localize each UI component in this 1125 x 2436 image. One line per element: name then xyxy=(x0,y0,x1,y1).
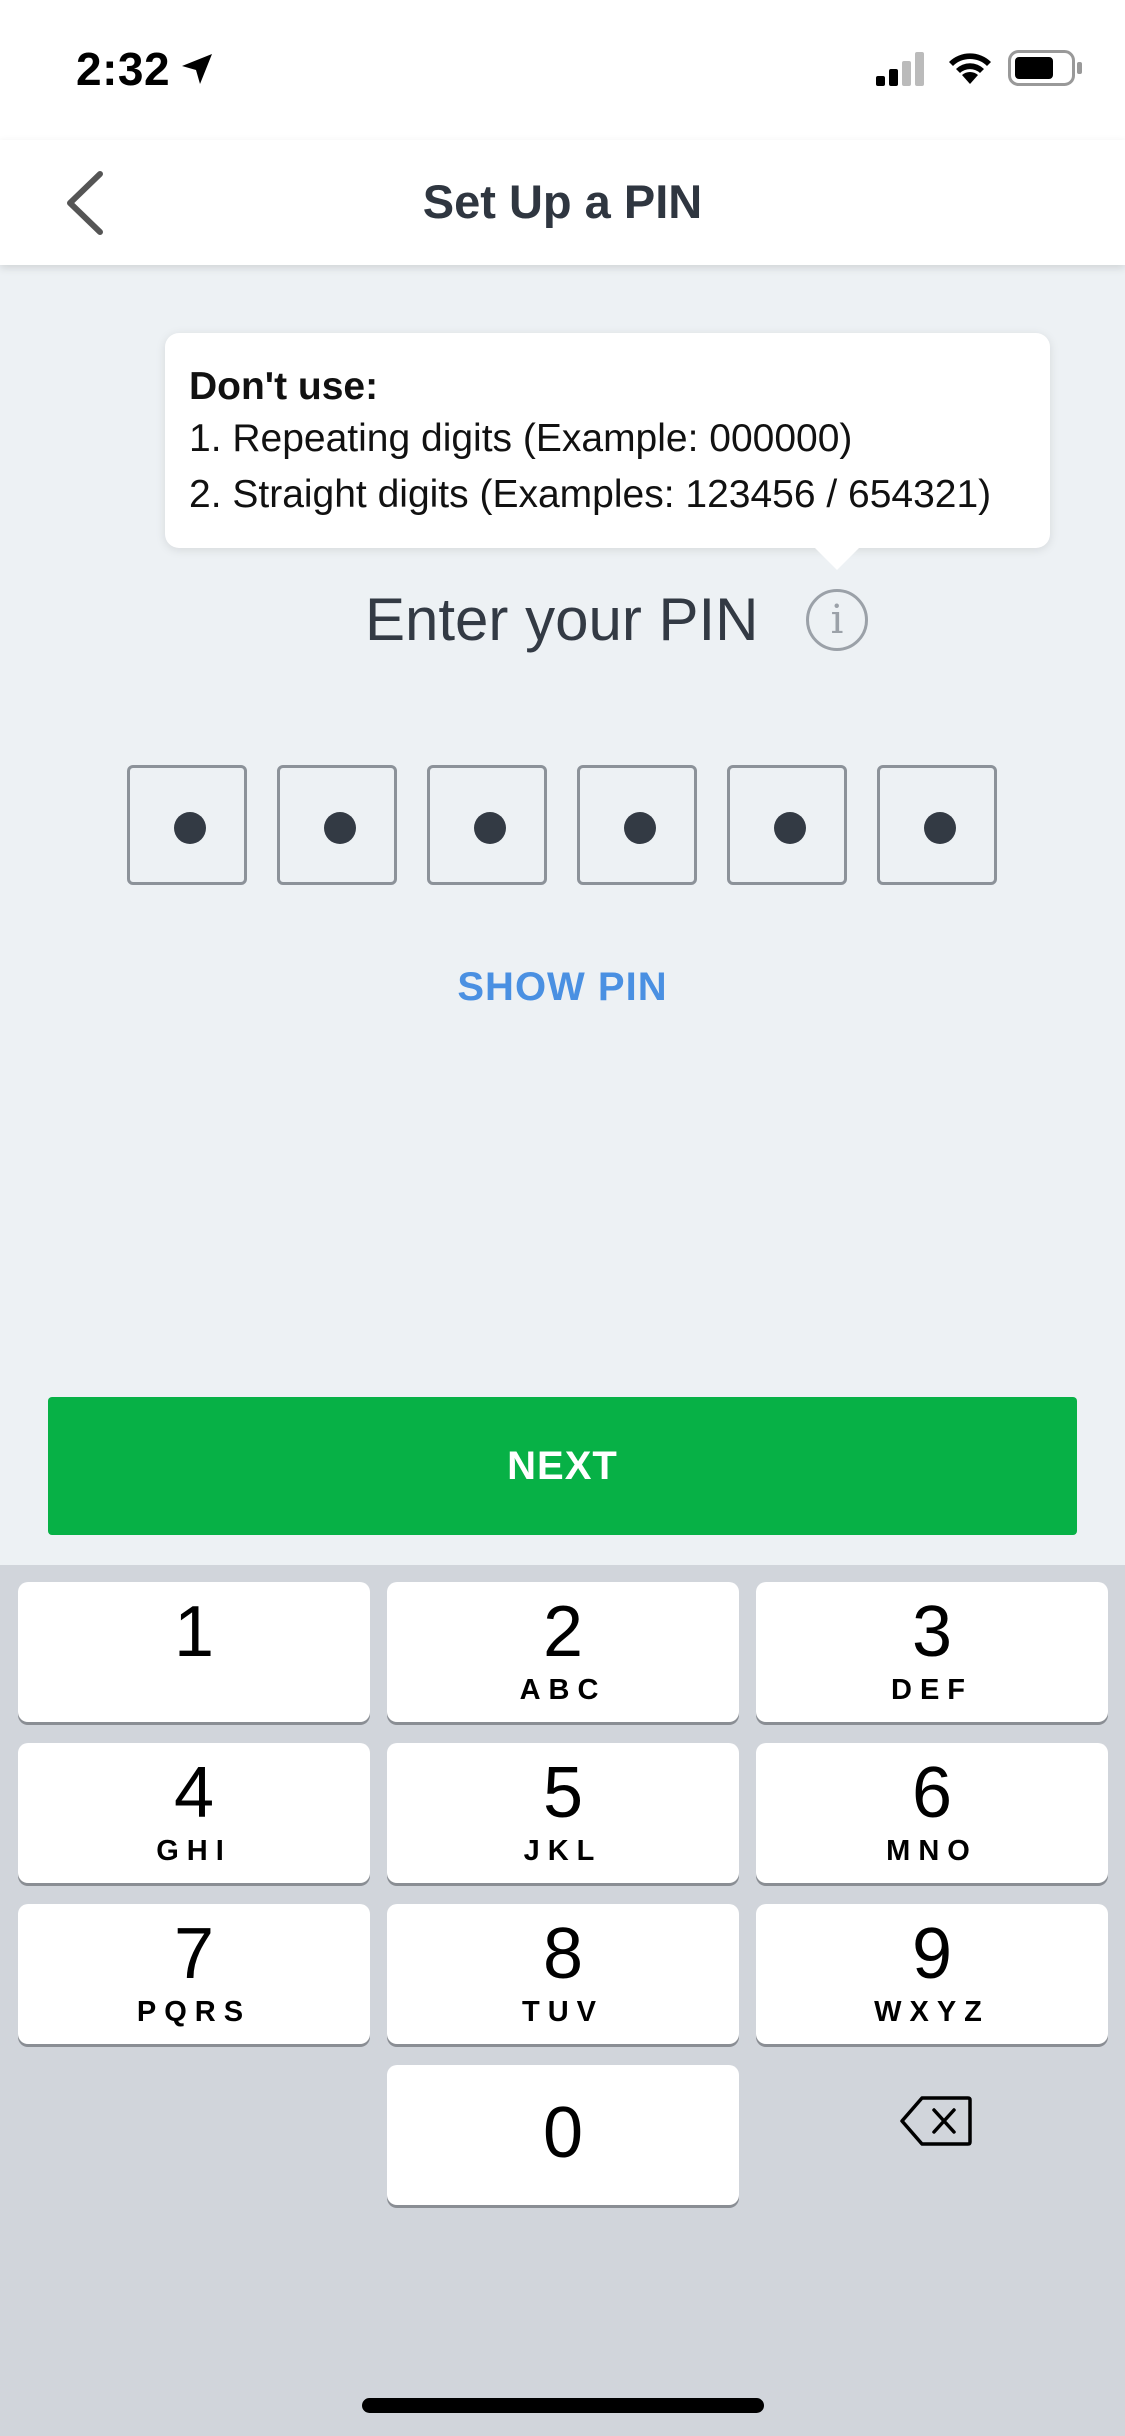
location-arrow-icon xyxy=(182,54,212,84)
pin-prompt: Enter your PIN xyxy=(365,586,759,653)
key-digit: 9 xyxy=(911,1914,953,1994)
pin-digit-box[interactable] xyxy=(577,765,697,885)
key-letters: MNO xyxy=(886,1835,978,1867)
numeric-keypad: 1 2 ABC 3 DEF 4 GHI 5 JKL 6 MNO 7 PQRS 8… xyxy=(0,1565,1125,2436)
key-digit: 0 xyxy=(542,2093,584,2173)
wifi-icon xyxy=(949,53,991,84)
home-indicator[interactable] xyxy=(362,2398,764,2413)
key-letters: ABC xyxy=(519,1674,607,1706)
pin-prompt-row: Enter your PIN i xyxy=(0,585,1125,665)
signal-icon xyxy=(876,52,924,86)
main-content: Don't use: 1. Repeating digits (Example:… xyxy=(0,265,1125,1565)
key-8[interactable]: 8 TUV xyxy=(387,1904,739,2044)
key-letters: DEF xyxy=(891,1674,973,1706)
key-digit: 7 xyxy=(173,1914,215,1994)
backspace-icon xyxy=(900,2096,972,2146)
key-digit: 5 xyxy=(542,1753,584,1833)
page-title: Set Up a PIN xyxy=(422,175,703,228)
pin-digit-box[interactable] xyxy=(127,765,247,885)
tooltip-rule-1: 1. Repeating digits (Example: 000000) xyxy=(189,417,853,460)
pin-dot xyxy=(474,812,506,844)
key-digit: 6 xyxy=(911,1753,953,1833)
pin-dot xyxy=(174,812,206,844)
pin-dot xyxy=(774,812,806,844)
pin-dot xyxy=(624,812,656,844)
pin-digit-box[interactable] xyxy=(727,765,847,885)
key-3[interactable]: 3 DEF xyxy=(756,1582,1108,1722)
key-digit: 8 xyxy=(542,1914,584,1994)
key-letters: WXYZ xyxy=(874,1996,990,2028)
key-digit: 2 xyxy=(542,1592,584,1672)
pin-digit-box[interactable] xyxy=(427,765,547,885)
nav-bar: Set Up a PIN xyxy=(0,140,1125,265)
key-letters: TUV xyxy=(522,1996,604,2028)
key-9[interactable]: 9 WXYZ xyxy=(756,1904,1108,2044)
key-letters: GHI xyxy=(156,1835,232,1867)
info-icon[interactable]: i xyxy=(806,589,868,651)
pin-rules-tooltip: Don't use: 1. Repeating digits (Example:… xyxy=(165,333,1050,570)
status-time: 2:32 xyxy=(76,43,171,95)
key-7[interactable]: 7 PQRS xyxy=(18,1904,370,2044)
key-letters: PQRS xyxy=(136,1996,252,2028)
key-6[interactable]: 6 MNO xyxy=(756,1743,1108,1883)
key-digit: 3 xyxy=(911,1592,953,1672)
pin-digit-box[interactable] xyxy=(877,765,997,885)
pin-dot xyxy=(324,812,356,844)
status-bar: 2:32 xyxy=(0,0,1125,140)
backspace-button[interactable] xyxy=(900,2095,972,2152)
show-pin-button[interactable]: SHOW PIN xyxy=(0,965,1125,1010)
key-5[interactable]: 5 JKL xyxy=(387,1743,739,1883)
next-button[interactable]: NEXT xyxy=(48,1397,1077,1535)
pin-dot xyxy=(924,812,956,844)
key-letters: JKL xyxy=(523,1835,603,1867)
key-digit: 1 xyxy=(173,1592,215,1672)
pin-digit-box[interactable] xyxy=(277,765,397,885)
battery-icon xyxy=(1008,50,1082,86)
key-0[interactable]: 0 xyxy=(387,2065,739,2205)
tooltip-rule-2: 2. Straight digits (Examples: 123456 / 6… xyxy=(189,473,992,516)
tooltip-heading: Don't use: xyxy=(189,365,379,408)
key-1[interactable]: 1 xyxy=(18,1582,370,1722)
key-2[interactable]: 2 ABC xyxy=(387,1582,739,1722)
key-digit: 4 xyxy=(173,1753,215,1833)
key-4[interactable]: 4 GHI xyxy=(18,1743,370,1883)
